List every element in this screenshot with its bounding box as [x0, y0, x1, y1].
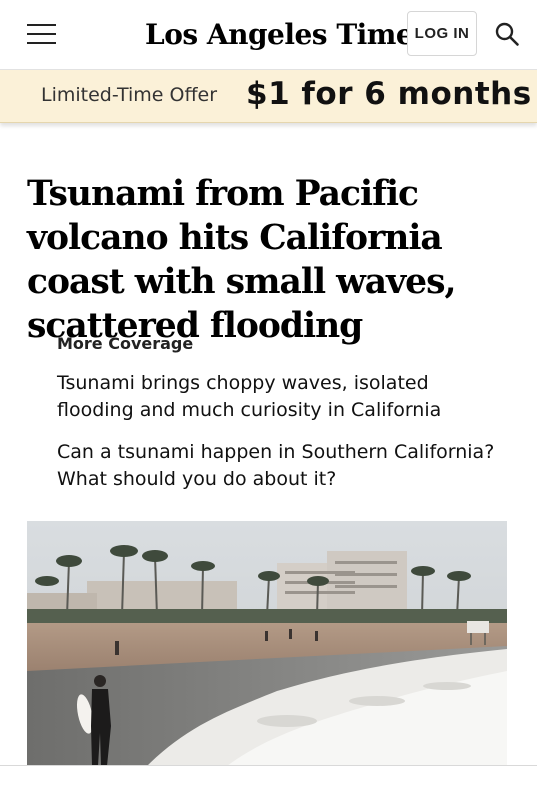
search-icon[interactable] — [494, 21, 520, 47]
subscription-offer-banner[interactable]: Limited-Time Offer $1 for 6 months — [0, 70, 537, 123]
more-coverage-link[interactable]: Can a tsunami happen in Southern Califor… — [57, 439, 507, 493]
site-logo[interactable]: Los Angeles Times — [145, 16, 429, 54]
more-coverage-heading: More Coverage — [57, 334, 194, 353]
login-button[interactable]: LOG IN — [407, 11, 477, 56]
more-coverage: More Coverage Tsunami brings choppy wave… — [57, 332, 507, 493]
article-headline: Tsunami from Pacific volcano hits Califo… — [27, 174, 457, 346]
more-coverage-link[interactable]: Tsunami brings choppy waves, isolated fl… — [57, 370, 507, 424]
hamburger-menu-icon[interactable] — [27, 24, 57, 46]
article-photo — [27, 521, 507, 766]
site-header: Los Angeles Times LOG IN — [0, 0, 537, 70]
offer-label: Limited-Time Offer — [41, 84, 218, 106]
divider — [0, 765, 537, 766]
offer-price: $1 for 6 months — [246, 76, 532, 112]
